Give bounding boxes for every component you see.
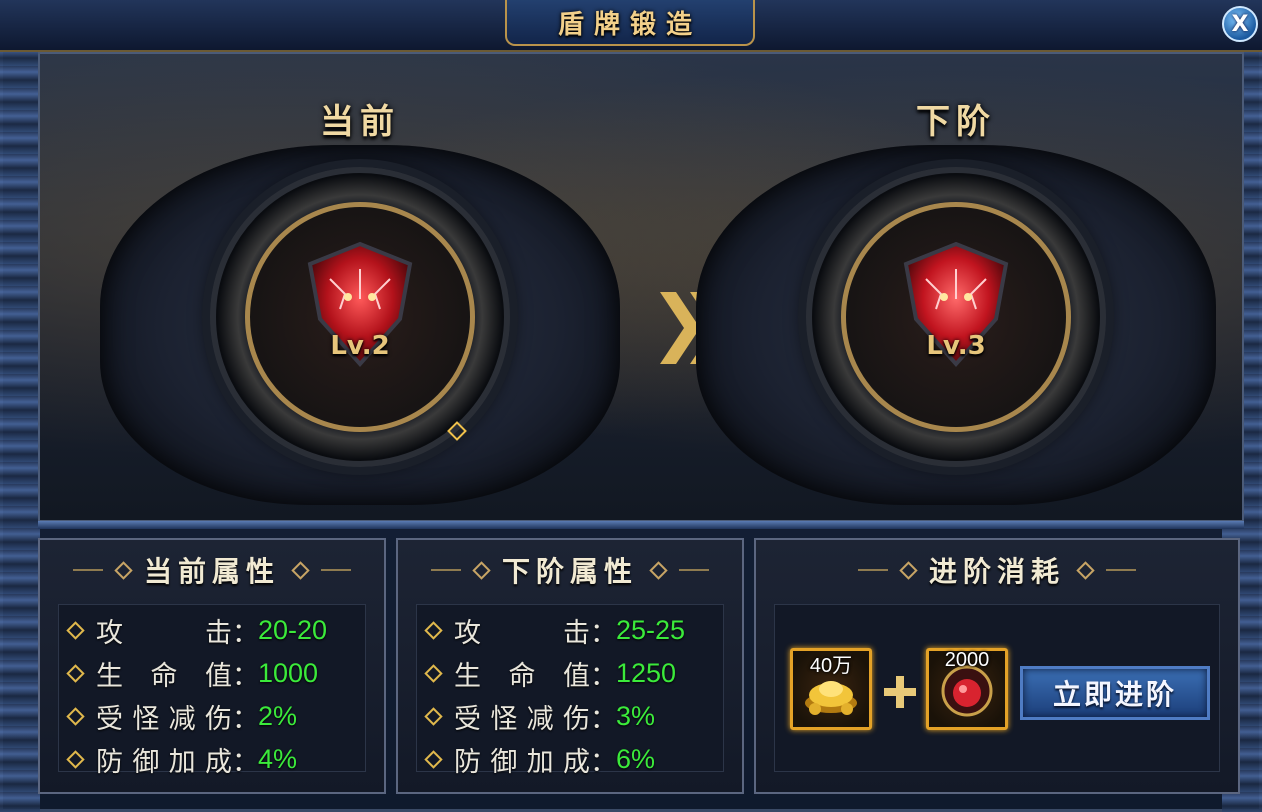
attribute-name: 攻击 <box>96 618 232 649</box>
attribute-list-box: 攻击 ： 20-20 生命值 ： 1000 受怪减伤 ： 2% 防御加成 ： 4… <box>58 604 366 778</box>
attribute-row-attack: 攻击 ： 20-20 <box>63 609 365 652</box>
next-level: Lv.3 <box>926 331 986 361</box>
diamond-bullet-icon <box>66 707 85 726</box>
plus-icon <box>884 676 916 708</box>
attribute-value: 6% <box>616 744 656 774</box>
diamond-bullet-icon <box>424 707 443 726</box>
attribute-name: 受怪减伤 <box>96 704 232 735</box>
next-medallion: Lv.3 下阶 <box>676 94 1236 514</box>
current-attributes-panel: 当前属性 攻击 ： 20-20 生命值 ： 1000 受怪减伤 ： 2% 防 御… <box>38 538 386 794</box>
next-label: 下阶 <box>916 102 996 142</box>
title-plate: 盾牌锻造 <box>505 0 755 46</box>
title-bar: 盾牌锻造 X <box>0 0 1262 52</box>
attribute-list: 攻击 ： 20-20 生命值 ： 1000 受怪减伤 ： 2% 防御加成 ： 4… <box>63 609 365 781</box>
attribute-row-attack: 攻击 ： 25-25 <box>421 609 723 652</box>
current-level: Lv.2 <box>330 331 390 361</box>
diamond-icon <box>472 560 491 580</box>
panel-title: 进阶消耗 <box>928 555 1065 588</box>
gem-cost-slot[interactable]: 2000 <box>926 648 1008 730</box>
gold-cost-amount: 40万 <box>809 655 853 677</box>
current-label: 当前 <box>320 102 400 142</box>
display-divider <box>38 521 1244 529</box>
diamond-bullet-icon <box>424 750 443 769</box>
attribute-value: 1250 <box>616 658 677 688</box>
window-title: 盾牌锻造 <box>557 9 702 40</box>
attribute-row-hp: 生命值 ： 1000 <box>63 652 365 695</box>
diamond-bullet-icon <box>66 621 85 640</box>
attribute-row-damage-reduction: 受怪减伤 ： 2% <box>63 695 365 738</box>
diamond-bullet-icon <box>66 750 85 769</box>
attribute-value: 1000 <box>258 658 319 688</box>
attribute-name: 生命值 <box>96 661 232 692</box>
gem-cost-amount: 2000 <box>944 649 990 671</box>
gold-cost-slot[interactable]: 40万 <box>790 648 872 730</box>
diamond-icon <box>114 560 133 580</box>
attribute-value: 20-20 <box>258 615 328 645</box>
diamond-bullet-icon <box>66 664 85 683</box>
panel-header: 当前属性 <box>40 548 384 592</box>
frame-ornament-left <box>0 0 40 812</box>
attribute-name: 防御加成 <box>96 747 232 778</box>
attribute-name: 攻击 <box>454 618 590 649</box>
attribute-name: 受怪减伤 <box>454 704 590 735</box>
attribute-row-defense-bonus: 防御加成 ： 4% <box>63 738 365 781</box>
attribute-value: 25-25 <box>616 615 686 645</box>
attribute-value: 2% <box>258 701 298 731</box>
diamond-icon <box>899 560 918 580</box>
panel-title: 当前属性 <box>143 555 280 588</box>
upgrade-now-button[interactable]: 立即进阶 <box>1020 666 1210 720</box>
attribute-list-box: 攻击 ： 25-25 生命值 ： 1250 受怪减伤 ： 3% 防御加成 ： 6… <box>416 604 724 778</box>
attribute-name: 防御加成 <box>454 747 590 778</box>
current-medallion: Lv.2 当前 <box>80 94 640 514</box>
diamond-icon <box>1076 560 1095 580</box>
panel-title: 下阶属性 <box>501 555 638 588</box>
close-button[interactable]: X <box>1222 6 1258 42</box>
attribute-row-hp: 生命值 ： 1250 <box>421 652 723 695</box>
next-attributes-panel: 下阶属性 攻击 ： 25-25 生命值 ： 1250 受怪减伤 ： 3% 防 御… <box>396 538 744 794</box>
panel-header: 下阶属性 <box>398 548 742 592</box>
diamond-icon <box>649 560 668 580</box>
panel-header: 进阶消耗 <box>756 548 1238 592</box>
diamond-icon <box>291 560 310 580</box>
attribute-name: 生命值 <box>454 661 590 692</box>
attribute-row-defense-bonus: 防御加成 ： 6% <box>421 738 723 781</box>
attribute-row-damage-reduction: 受怪减伤 ： 3% <box>421 695 723 738</box>
close-icon: X <box>1231 11 1249 37</box>
diamond-bullet-icon <box>424 664 443 683</box>
attribute-list: 攻击 ： 25-25 生命值 ： 1250 受怪减伤 ： 3% 防御加成 ： 6… <box>421 609 723 781</box>
attribute-value: 4% <box>258 744 298 774</box>
attribute-value: 3% <box>616 701 656 731</box>
forge-display: Lv.2 当前 Lv.3 下阶 <box>38 52 1244 522</box>
upgrade-button-label: 立即进阶 <box>1052 678 1177 711</box>
diamond-bullet-icon <box>424 621 443 640</box>
